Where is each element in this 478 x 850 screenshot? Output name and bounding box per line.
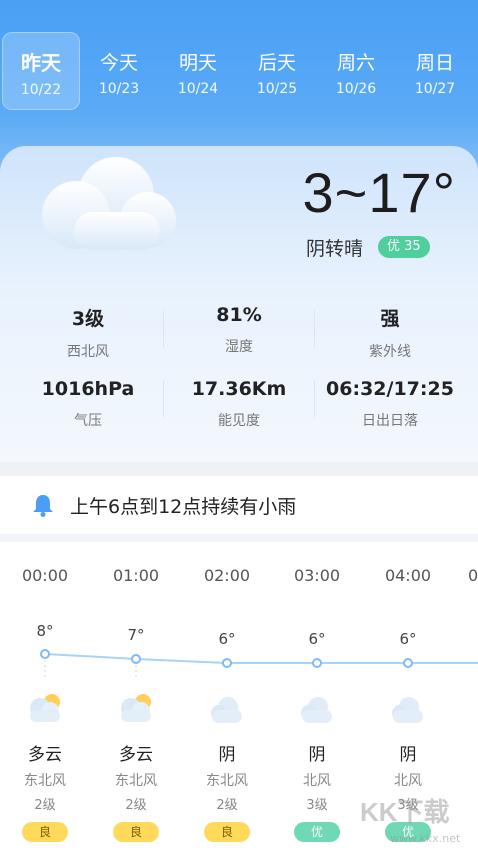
hour-temp: 6° bbox=[308, 630, 326, 648]
stat-value: 06:32/17:25 bbox=[326, 378, 454, 400]
partly-cloudy-icon bbox=[121, 694, 151, 722]
hourly-item[interactable]: 03:00 6° 阴 北风 3级 优 bbox=[272, 552, 362, 842]
stat-value: 17.36Km bbox=[191, 378, 287, 400]
hour-weather: 阴 bbox=[308, 745, 326, 765]
hour-time-partial: 0 bbox=[468, 566, 478, 585]
partly-cloudy-icon bbox=[30, 694, 60, 722]
stat-sunrise-sunset: 06:32/17:25 日出日落 bbox=[315, 378, 465, 430]
stat-visibility: 17.36Km 能见度 bbox=[164, 378, 314, 430]
stat-value: 1016hPa bbox=[41, 378, 135, 400]
hour-weather: 阴 bbox=[399, 745, 417, 765]
tab-date: 10/22 bbox=[20, 82, 62, 98]
tab-sunday[interactable]: 周日 10/27 bbox=[397, 34, 473, 110]
tab-today[interactable]: 今天 10/23 bbox=[81, 34, 157, 110]
cloud-icon bbox=[392, 697, 423, 723]
watermark-logo: KK下载 bbox=[360, 797, 450, 827]
hour-weather: 多云 bbox=[119, 745, 153, 765]
section-divider bbox=[0, 462, 478, 476]
alert-text: 上午6点到12点持续有小雨 bbox=[70, 496, 297, 518]
tab-label: 昨天 bbox=[21, 51, 61, 75]
tab-day-after-tomorrow[interactable]: 后天 10/25 bbox=[239, 34, 315, 110]
hour-wind-direction: 东北风 bbox=[115, 773, 157, 789]
weather-alert[interactable]: 上午6点到12点持续有小雨 bbox=[0, 476, 478, 534]
hour-aqi-badge: 优 bbox=[294, 822, 340, 842]
stat-wind: 3级 西北风 bbox=[13, 304, 163, 361]
hourly-item[interactable]: 02:00 6° 阴 东北风 2级 良 bbox=[182, 552, 272, 842]
watermark-url: www.kkx.net bbox=[390, 832, 461, 845]
tab-date: 10/26 bbox=[335, 81, 377, 97]
stat-pressure: 1016hPa 气压 bbox=[13, 378, 163, 430]
hour-wind-level: 2级 bbox=[216, 798, 238, 813]
temp-point bbox=[40, 649, 50, 659]
hour-temp: 6° bbox=[218, 630, 236, 648]
stat-value: 3级 bbox=[71, 308, 105, 330]
stat-label: 日出日落 bbox=[362, 413, 418, 429]
day-tabs: 昨天 10/22 今天 10/23 明天 10/24 后天 10/25 周六 1… bbox=[0, 30, 478, 115]
section-divider bbox=[0, 534, 478, 542]
temp-point bbox=[312, 658, 322, 668]
hour-time: 03:00 bbox=[293, 566, 341, 585]
hour-time: 00:00 bbox=[21, 566, 69, 585]
divider bbox=[314, 310, 315, 348]
hour-temp: 6° bbox=[399, 630, 417, 648]
tab-date: 10/27 bbox=[414, 81, 456, 97]
temp-point bbox=[131, 654, 141, 664]
tab-label: 今天 bbox=[99, 52, 138, 74]
stat-label: 紫外线 bbox=[369, 344, 411, 360]
weather-condition: 阴转晴 bbox=[306, 238, 364, 260]
hour-wind-direction: 东北风 bbox=[206, 773, 248, 789]
stat-label: 能见度 bbox=[218, 413, 260, 429]
hour-wind-direction: 北风 bbox=[303, 773, 331, 789]
hour-aqi-badge: 良 bbox=[22, 822, 68, 842]
hour-aqi-badge: 良 bbox=[113, 822, 159, 842]
hourly-item[interactable]: 00:00 8° 多云 东北风 2级 良 bbox=[0, 552, 90, 842]
hour-time: 02:00 bbox=[203, 566, 251, 585]
hour-weather: 阴 bbox=[218, 745, 236, 765]
hour-wind-level: 2级 bbox=[125, 798, 147, 813]
hour-weather: 多云 bbox=[28, 745, 62, 765]
divider bbox=[163, 380, 164, 418]
tab-date: 10/24 bbox=[177, 81, 219, 97]
hour-wind-level: 2级 bbox=[34, 798, 56, 813]
hour-aqi-badge: 良 bbox=[204, 822, 250, 842]
stat-label: 湿度 bbox=[225, 339, 253, 355]
aqi-badge[interactable]: 优 35 bbox=[378, 236, 430, 258]
stat-uv: 强 紫外线 bbox=[315, 304, 465, 361]
hour-wind-direction: 东北风 bbox=[24, 773, 66, 789]
hour-time: 01:00 bbox=[112, 566, 160, 585]
hour-time: 04:00 bbox=[384, 566, 432, 585]
stat-label: 西北风 bbox=[67, 344, 109, 360]
divider bbox=[163, 310, 164, 348]
hour-temp: 7° bbox=[127, 626, 145, 644]
tab-date: 10/23 bbox=[98, 81, 140, 97]
hourly-item[interactable]: 04:00 6° 阴 北风 3级 优 bbox=[363, 552, 453, 842]
stat-value: 强 bbox=[380, 308, 400, 330]
temp-point bbox=[403, 658, 413, 668]
stat-label: 气压 bbox=[74, 413, 102, 429]
tab-label: 周六 bbox=[336, 52, 375, 74]
stat-value: 81% bbox=[216, 304, 262, 326]
tab-label: 周日 bbox=[415, 52, 454, 74]
tab-label: 明天 bbox=[178, 52, 217, 74]
tab-label: 后天 bbox=[257, 52, 296, 74]
hour-wind-level: 3级 bbox=[306, 798, 328, 813]
tab-date: 10/25 bbox=[256, 81, 298, 97]
tab-saturday[interactable]: 周六 10/26 bbox=[318, 34, 394, 110]
cloud-icon bbox=[42, 157, 176, 250]
hourly-item[interactable]: 01:00 7° 多云 东北风 2级 良 bbox=[91, 552, 181, 842]
hour-wind-direction: 北风 bbox=[394, 773, 422, 789]
tab-tomorrow[interactable]: 明天 10/24 bbox=[160, 34, 236, 110]
tab-yesterday[interactable]: 昨天 10/22 bbox=[2, 32, 80, 110]
temp-point bbox=[222, 658, 232, 668]
bell-icon bbox=[33, 495, 53, 517]
cloud-icon bbox=[301, 697, 332, 723]
temperature-range: 3~17° bbox=[302, 161, 456, 224]
divider bbox=[314, 380, 315, 418]
stat-humidity: 81% 湿度 bbox=[164, 304, 314, 356]
cloud-icon bbox=[211, 697, 242, 723]
hour-temp: 8° bbox=[36, 622, 54, 640]
